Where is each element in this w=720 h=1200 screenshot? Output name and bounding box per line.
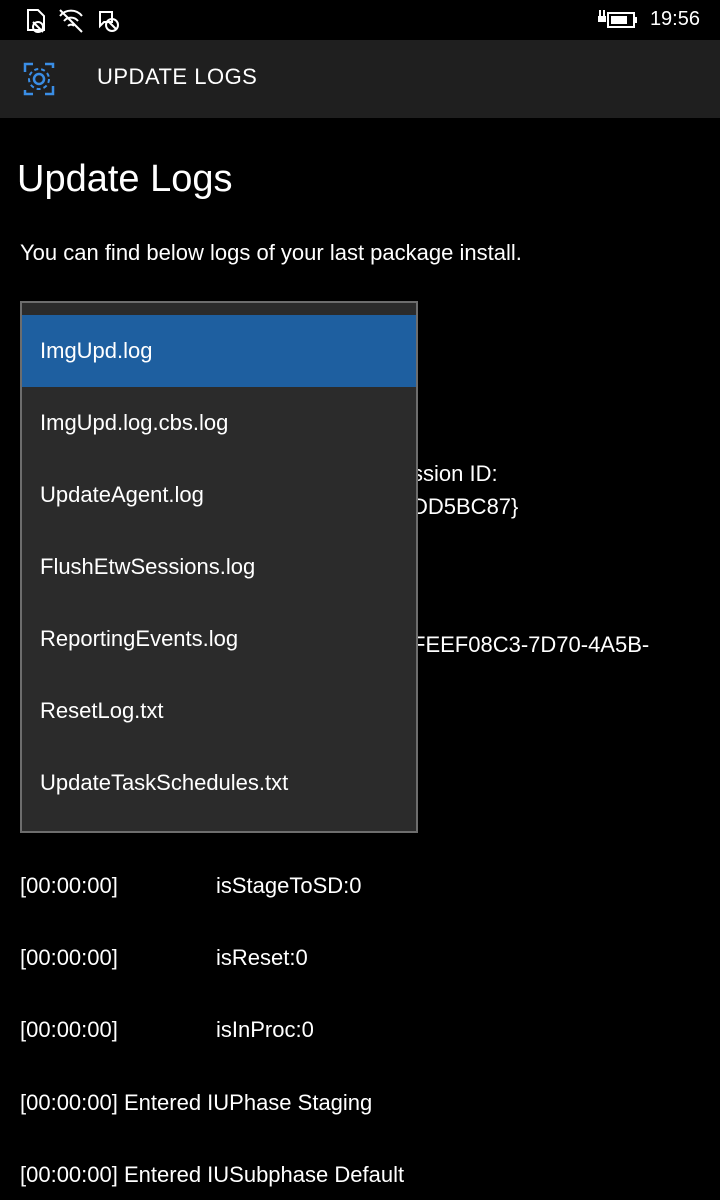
- dropdown-item-updatetaskschedules-txt[interactable]: UpdateTaskSchedules.txt: [22, 747, 416, 819]
- dropdown-item-resetlog-txt[interactable]: ResetLog.txt: [22, 675, 416, 747]
- app-header: UPDATE LOGS: [0, 40, 720, 118]
- page-title: Update Logs: [17, 158, 233, 200]
- log-timestamp: [00:00:00]: [20, 1017, 118, 1042]
- wifi-icon: [56, 6, 86, 38]
- log-line: [00:00:00] isStageToSD:0: [20, 873, 362, 899]
- session-id-value: DD5BC87}: [412, 494, 519, 519]
- session-id-label: ssion ID:: [412, 461, 498, 486]
- log-message: Entered IUPhase Staging: [124, 1090, 373, 1115]
- log-timestamp: [00:00:00]: [20, 1162, 118, 1187]
- log-timestamp: [00:00:00]: [20, 1090, 118, 1115]
- dropdown-item-updateagent-log[interactable]: UpdateAgent.log: [22, 459, 416, 531]
- battery-icon: [596, 8, 638, 36]
- dropdown-item-imgupd-cbs-log[interactable]: ImgUpd.log.cbs.log: [22, 387, 416, 459]
- dropdown-item-reportingevents-log[interactable]: ReportingEvents.log: [22, 603, 416, 675]
- update-gear-icon[interactable]: [22, 60, 56, 98]
- status-time: 19:56: [649, 8, 700, 30]
- status-bar: 19:56: [0, 0, 720, 40]
- log-line: [00:00:00] isReset:0: [20, 945, 308, 971]
- sim-icon: [22, 6, 50, 38]
- notification-off-icon: [94, 6, 122, 38]
- log-message: isStageToSD:0: [216, 873, 362, 898]
- dropdown-item-flushetwsessions-log[interactable]: FlushEtwSessions.log: [22, 531, 416, 603]
- header-title: UPDATE LOGS: [97, 64, 258, 89]
- log-message: isReset:0: [216, 945, 308, 970]
- page-description: You can find below logs of your last pac…: [20, 240, 522, 265]
- log-file-dropdown[interactable]: ImgUpd.log ImgUpd.log.cbs.log UpdateAgen…: [20, 301, 418, 833]
- log-line: [00:00:00] isInProc:0: [20, 1017, 314, 1043]
- log-line: [00:00:00] Entered IUSubphase Default: [20, 1162, 404, 1188]
- dropdown-item-imgupd-log[interactable]: ImgUpd.log: [22, 315, 416, 387]
- log-timestamp: [00:00:00]: [20, 945, 118, 970]
- log-timestamp: [00:00:00]: [20, 873, 118, 898]
- screen: 19:56 UPDATE LOGS Update Logs You can fi…: [0, 0, 720, 1200]
- log-message: isInProc:0: [216, 1017, 314, 1042]
- guid-fragment: FEEF08C3-7D70-4A5B-: [412, 632, 650, 657]
- log-line: [00:00:00] Entered IUPhase Staging: [20, 1090, 372, 1116]
- log-message: Entered IUSubphase Default: [124, 1162, 405, 1187]
